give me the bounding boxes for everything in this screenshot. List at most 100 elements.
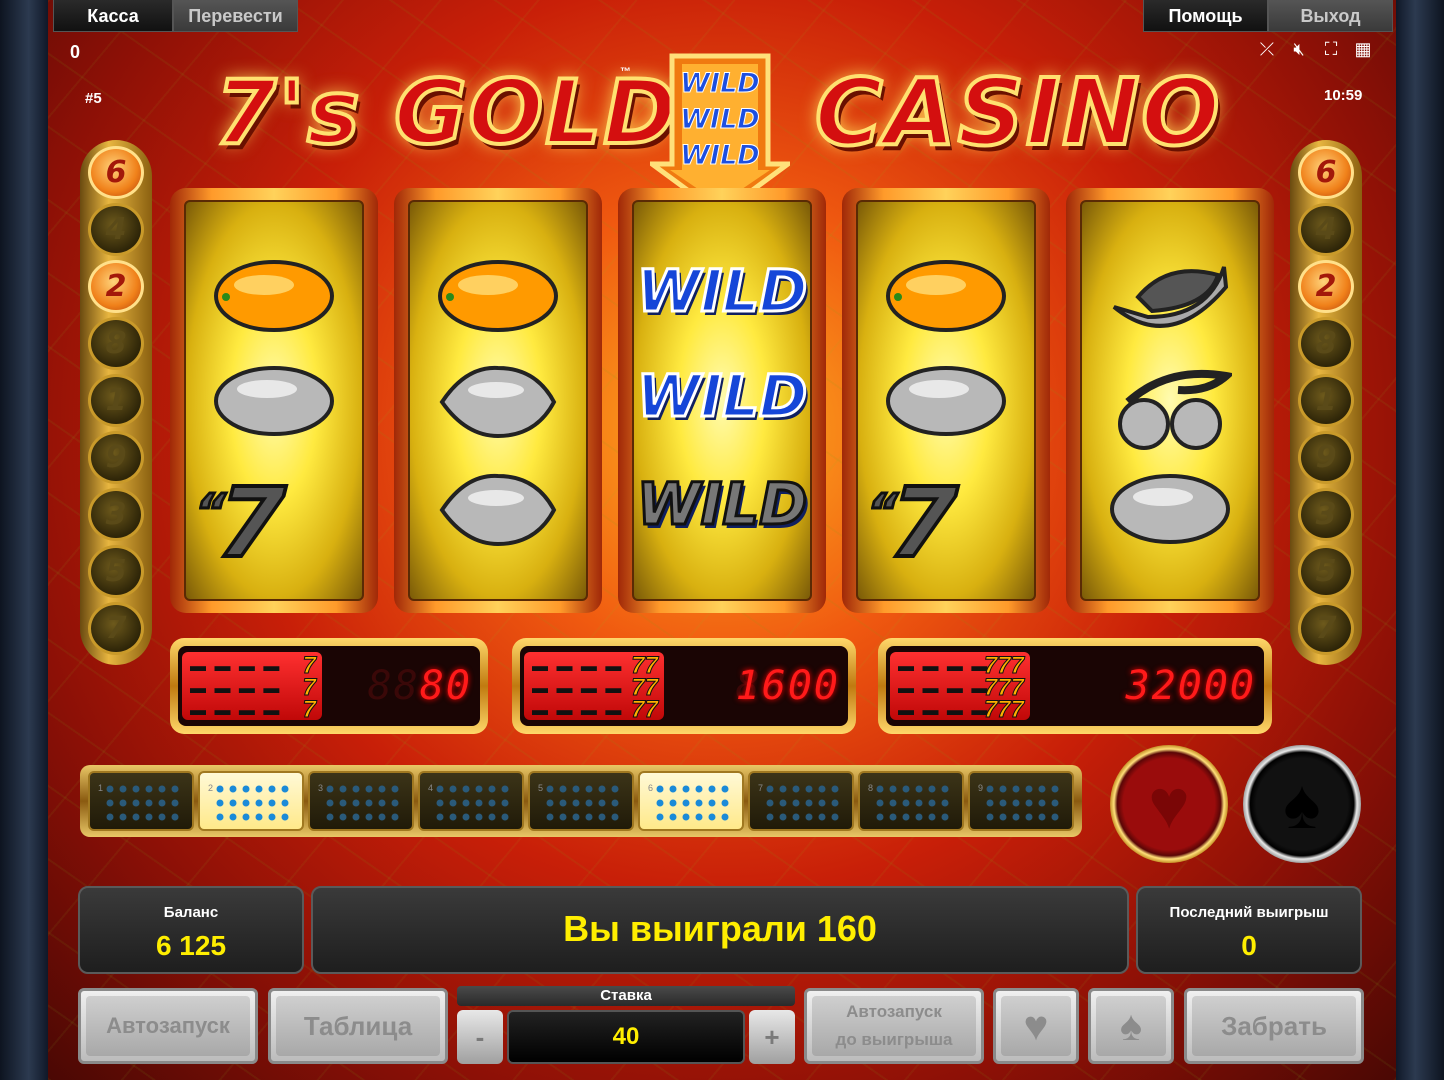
line-number-left-8[interactable]: 8	[88, 317, 144, 370]
line-number-right-9[interactable]: 9	[1298, 431, 1354, 484]
seven-symbol: 7 “	[186, 465, 349, 580]
take-label: Забрать	[1192, 996, 1356, 1056]
line-selector: 1 2 3 4 5 6 7 8 9	[80, 765, 1082, 837]
plum-symbol	[1108, 470, 1232, 553]
reel-4: 7 “	[842, 188, 1050, 613]
paytable-3-value: 32000	[1125, 663, 1256, 709]
line-numbers-left: 642819357	[80, 140, 152, 665]
line-number-right-6[interactable]: 6	[1298, 146, 1354, 199]
line-tile-3[interactable]: 3	[308, 771, 414, 831]
last-win-panel: Последний выигрыш 0	[1136, 886, 1362, 974]
paytable-1-symbols: ▬ ▬ ▬ ▬ 7 ▬ ▬ ▬ ▬ 7 ▬ ▬ ▬ ▬ 7	[182, 652, 322, 724]
reel-window-2	[408, 200, 588, 601]
svg-text:5: 5	[538, 783, 543, 793]
line-tile-1[interactable]: 1	[88, 771, 194, 831]
line-number-left-5[interactable]: 5	[88, 545, 144, 598]
wild-symbol: WILD	[635, 469, 809, 540]
balance-label: Баланс	[163, 904, 219, 921]
svg-text:4: 4	[428, 783, 433, 793]
transfer-button[interactable]: Перевести	[173, 0, 298, 32]
trademark: ™	[620, 66, 631, 78]
autoplay-until-win-line1: Автозапуск	[846, 1002, 942, 1021]
top-counter: 0	[70, 42, 81, 62]
line-number-right-7[interactable]: 7	[1298, 602, 1354, 655]
orange-symbol	[212, 257, 336, 340]
line-tile-7[interactable]: 7	[748, 771, 854, 831]
line-tile-4[interactable]: 4	[418, 771, 524, 831]
plum-symbol	[884, 362, 1008, 445]
gamble-black-button[interactable]: ♠	[1243, 745, 1361, 863]
arrow-wild-3: WILD	[680, 140, 760, 172]
table-label: Таблица	[276, 996, 440, 1056]
fullscreen-icon[interactable]: ⛶	[1320, 38, 1342, 60]
help-button[interactable]: Помощь	[1143, 0, 1268, 32]
gamble-black-small-button[interactable]: ♠	[1088, 988, 1174, 1064]
round-number: #5	[85, 90, 102, 107]
paytable-1: ▬ ▬ ▬ ▬ 7 ▬ ▬ ▬ ▬ 7 ▬ ▬ ▬ ▬ 7 8888 80	[170, 638, 488, 734]
autoplay-label: Автозапуск	[86, 996, 250, 1056]
last-win-value: 0	[1241, 930, 1257, 961]
top-icons: ⤫ 🔇︎ ⛶ ▦	[1256, 38, 1374, 60]
line-number-left-4[interactable]: 4	[88, 203, 144, 256]
stake-value: 40	[507, 1010, 745, 1064]
reel-2	[394, 188, 602, 613]
take-button[interactable]: Забрать	[1184, 988, 1364, 1064]
svg-text:9: 9	[978, 783, 983, 793]
autoplay-button[interactable]: Автозапуск	[78, 988, 258, 1064]
last-win-label: Последний выигрыш	[1169, 904, 1329, 921]
clock: 10:59	[1324, 87, 1363, 104]
line-number-right-2[interactable]: 2	[1298, 260, 1354, 313]
lemon-symbol	[436, 362, 560, 445]
line-tile-5[interactable]: 5	[528, 771, 634, 831]
line-number-left-6[interactable]: 6	[88, 146, 144, 199]
table-button[interactable]: Таблица	[268, 988, 448, 1064]
lemon-symbol	[436, 470, 560, 553]
paytable-1-value: 80	[419, 663, 472, 709]
mute-icon[interactable]: 🔇︎	[1288, 38, 1310, 60]
reel-window-5	[1080, 200, 1260, 601]
watermelon-symbol	[1108, 257, 1232, 346]
heart-small-icon: ♥	[1001, 996, 1071, 1056]
balance-value: 6 125	[155, 930, 227, 961]
cashier-button[interactable]: Касса	[53, 0, 173, 32]
arrow-wild-2: WILD	[680, 104, 760, 136]
line-number-left-1[interactable]: 1	[88, 374, 144, 427]
line-number-right-4[interactable]: 4	[1298, 203, 1354, 256]
reel-window-4: 7 “	[856, 200, 1036, 601]
line-number-right-1[interactable]: 1	[1298, 374, 1354, 427]
line-number-left-9[interactable]: 9	[88, 431, 144, 484]
line-number-left-2[interactable]: 2	[88, 260, 144, 313]
stake-label: Ставка	[457, 986, 795, 1006]
line-number-right-5[interactable]: 5	[1298, 545, 1354, 598]
gamble-red-small-button[interactable]: ♥	[993, 988, 1079, 1064]
logo-casino: CASINO	[813, 57, 1222, 168]
paytable-3: ▬ ▬ ▬ ▬ 777 ▬ ▬ ▬ ▬ 777 ▬ ▬ ▬ ▬ 777 888 32000	[878, 638, 1272, 734]
paytable-3-symbols: ▬ ▬ ▬ ▬ 777 ▬ ▬ ▬ ▬ 777 ▬ ▬ ▬ ▬ 777	[890, 652, 1030, 724]
message-panel: Вы выиграли 160	[311, 886, 1129, 974]
frame-left	[0, 0, 48, 1080]
broken-link-icon[interactable]: ⤫	[1256, 38, 1278, 60]
line-tile-9[interactable]: 9	[968, 771, 1074, 831]
line-number-left-7[interactable]: 7	[88, 602, 144, 655]
exit-button[interactable]: Выход	[1268, 0, 1393, 32]
line-number-left-3[interactable]: 3	[88, 488, 144, 541]
stake-decrease-button[interactable]: -	[457, 1010, 503, 1064]
orange-symbol	[884, 257, 1008, 340]
paytable-2: ▬ ▬ ▬ ▬ 77 ▬ ▬ ▬ ▬ 77 ▬ ▬ ▬ ▬ 77 8888 1600	[512, 638, 856, 734]
line-number-right-8[interactable]: 8	[1298, 317, 1354, 370]
reel-5	[1066, 188, 1274, 613]
autoplay-until-win-line2: до выигрыша	[835, 1030, 953, 1049]
reel-window-3: WILD WILD WILD	[632, 200, 812, 601]
line-tile-8[interactable]: 8	[858, 771, 964, 831]
line-tile-6[interactable]: 6	[638, 771, 744, 831]
stake-increase-button[interactable]: +	[749, 1010, 795, 1064]
svg-text:6: 6	[648, 783, 653, 793]
plum-symbol	[212, 362, 336, 445]
line-number-right-3[interactable]: 3	[1298, 488, 1354, 541]
arrow-wild-1: WILD	[680, 68, 760, 100]
grid-icon[interactable]: ▦	[1352, 38, 1374, 60]
wild-symbol: WILD	[635, 256, 809, 327]
line-tile-2[interactable]: 2	[198, 771, 304, 831]
gamble-red-button[interactable]: ♥	[1110, 745, 1228, 863]
autoplay-until-win-button[interactable]: Автозапуск до выигрыша	[804, 988, 984, 1064]
